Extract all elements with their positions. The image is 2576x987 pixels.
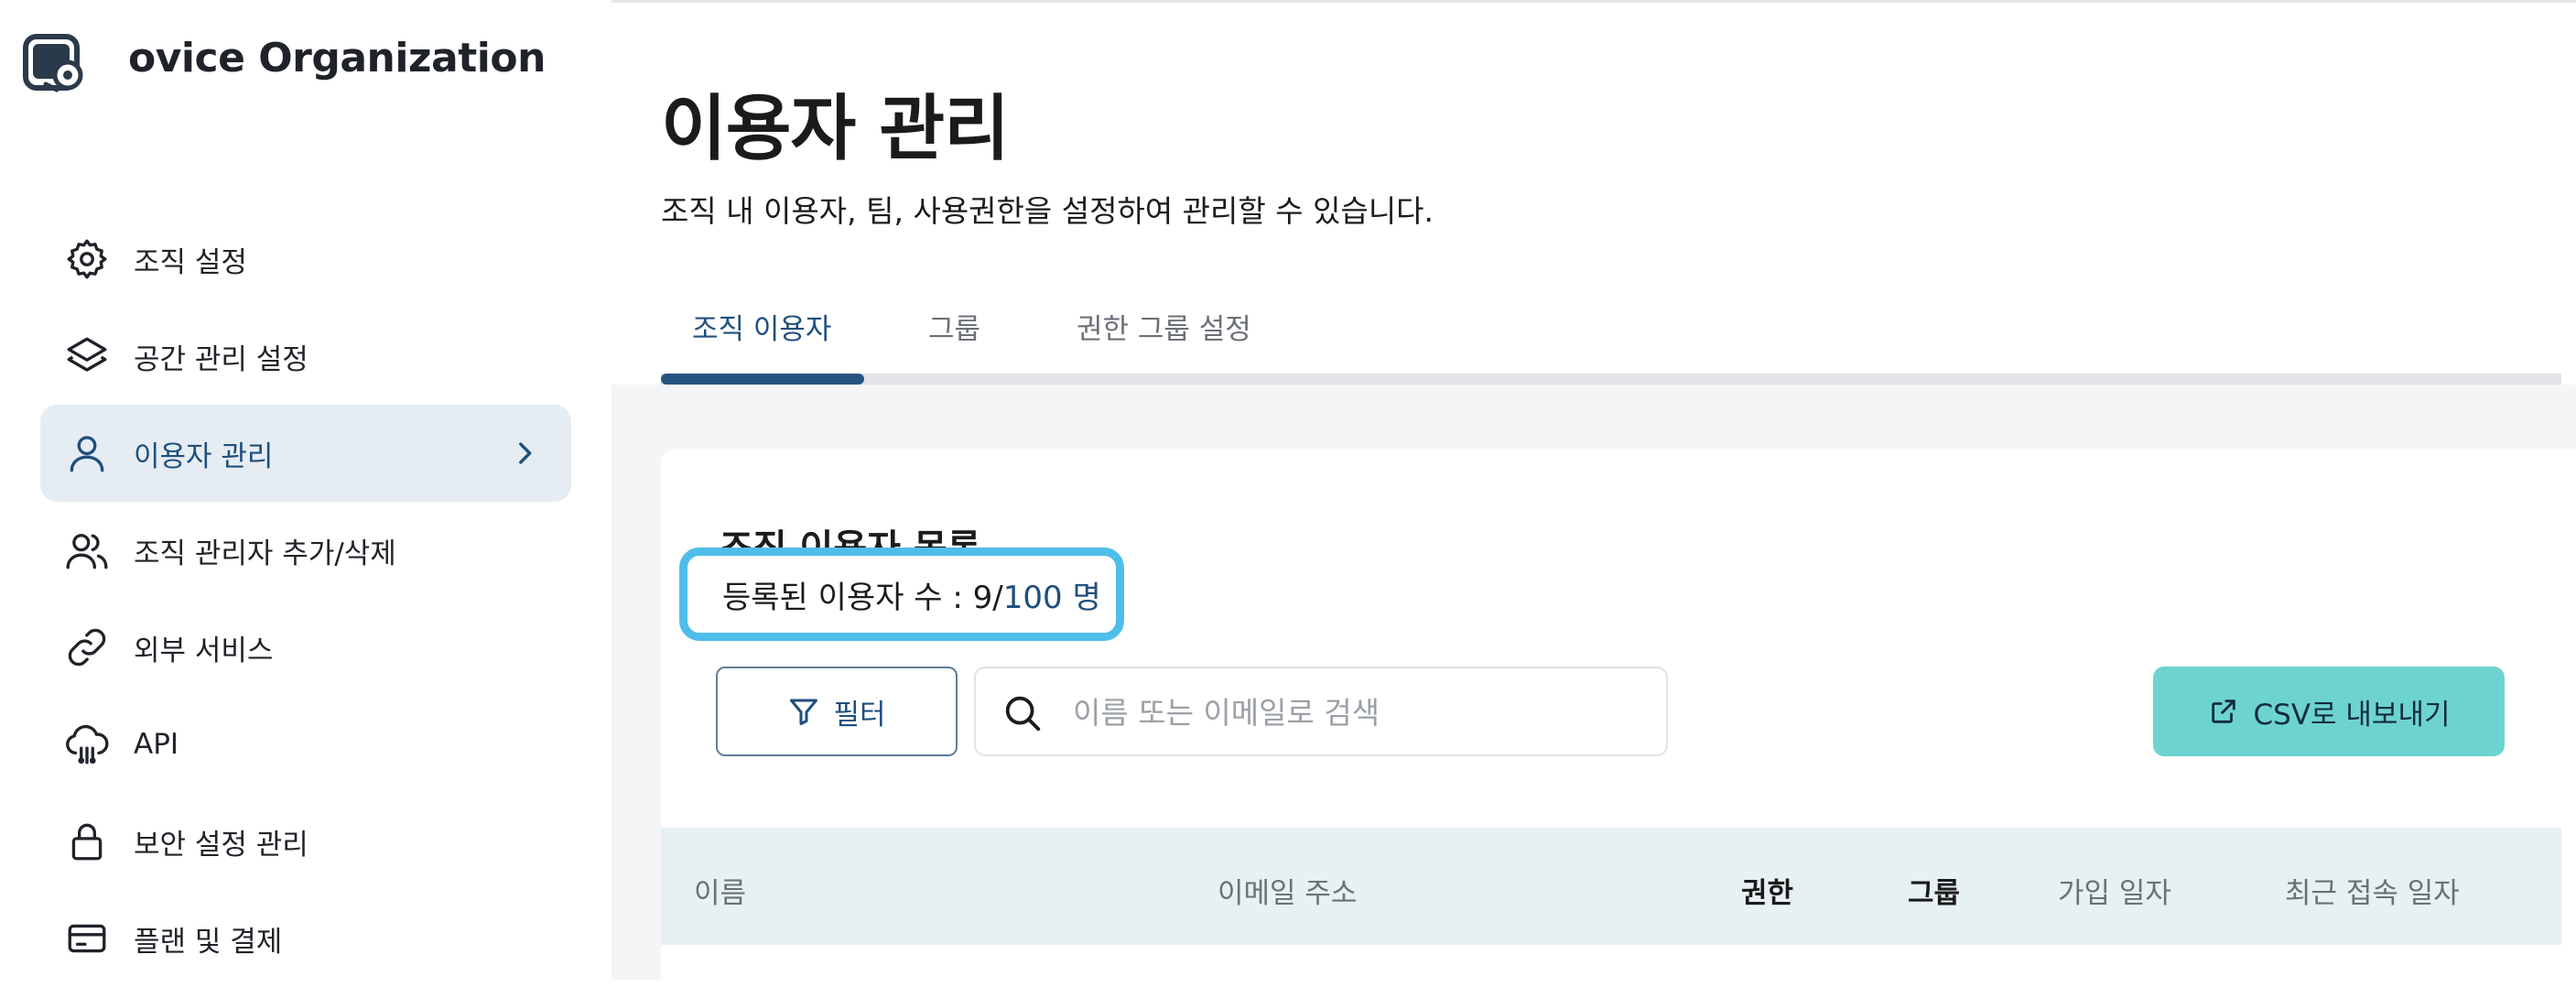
tab-bar: 조직 이용자 그룹 권한 그룹 설정	[661, 293, 2561, 385]
sidebar-item-label: 조직 설정	[134, 245, 247, 279]
user-count-label: 등록된 이용자 수 : 9/	[722, 579, 1003, 616]
sidebar-item-label: API	[134, 728, 179, 761]
table-header: 이름 이메일 주소 권한 그룹 가입 일자 최근 접속 일자	[661, 828, 2561, 945]
sidebar-item-label: 이용자 관리	[134, 439, 274, 473]
filter-button-label: 필터	[833, 698, 886, 732]
sidebar-item-external-services[interactable]: 외부 서비스	[40, 599, 571, 696]
sidebar-item-org-admins[interactable]: 조직 관리자 추가/삭제	[40, 502, 571, 599]
sidebar-item-label: 외부 서비스	[134, 634, 274, 667]
layers-icon	[62, 331, 112, 381]
column-header-name[interactable]: 이름	[694, 870, 746, 911]
gear-icon	[62, 234, 112, 284]
sidebar-item-label: 보안 설정 관리	[134, 828, 308, 862]
sidebar-item-security[interactable]: 보안 설정 관리	[40, 793, 571, 890]
search-icon	[1005, 696, 1041, 732]
column-header-role[interactable]: 권한	[1741, 870, 1793, 911]
user-count-callout: 등록된 이용자 수 : 9/100 명	[679, 548, 1124, 641]
tab-track	[661, 374, 2561, 385]
org-logo-icon[interactable]	[22, 31, 88, 97]
column-header-last-access[interactable]: 최근 접속 일자	[2285, 870, 2460, 911]
search-input[interactable]	[1073, 685, 1640, 740]
csv-export-label: CSV로 내보내기	[2253, 698, 2451, 732]
sidebar-item-user-management[interactable]: 이용자 관리	[40, 405, 571, 502]
filter-button[interactable]: 필터	[716, 667, 958, 756]
column-header-joined-date[interactable]: 가입 일자	[2058, 870, 2171, 911]
sidebar-item-org-settings[interactable]: 조직 설정	[40, 211, 571, 308]
tab-org-users[interactable]: 조직 이용자	[692, 306, 831, 347]
org-name: ovice Organization	[128, 35, 546, 81]
sidebar-item-label: 조직 관리자 추가/삭제	[134, 537, 396, 570]
users-icon	[62, 526, 112, 575]
sidebar: ovice Organization 조직 설정 공간 관리 설정 이용자 관리	[0, 0, 612, 980]
sidebar-item-api[interactable]: API	[40, 696, 571, 793]
chevron-right-icon	[519, 442, 532, 464]
tab-permission-groups[interactable]: 권한 그룹 설정	[1077, 306, 1251, 347]
csv-export-button[interactable]: CSV로 내보내기	[2153, 667, 2505, 756]
page-title: 이용자 관리	[661, 88, 1010, 170]
cloud-icon	[62, 720, 112, 769]
sidebar-item-plan-billing[interactable]: 플랜 및 결제	[40, 890, 571, 987]
column-header-email[interactable]: 이메일 주소	[1218, 870, 1357, 911]
tab-active-indicator	[661, 374, 864, 385]
lock-icon	[62, 817, 112, 866]
external-link-icon	[2211, 700, 2235, 723]
credit-card-icon	[62, 914, 112, 963]
filter-icon	[790, 699, 818, 725]
user-count-limit: 100 명	[1002, 579, 1101, 616]
sidebar-item-label: 플랜 및 결제	[134, 925, 283, 959]
column-header-group[interactable]: 그룹	[1908, 870, 1960, 911]
search-field[interactable]	[974, 667, 1668, 756]
sidebar-item-label: 공간 관리 설정	[134, 342, 308, 376]
link-icon	[62, 623, 112, 672]
tab-groups[interactable]: 그룹	[928, 306, 980, 347]
user-icon	[62, 428, 112, 478]
sidebar-item-space-settings[interactable]: 공간 관리 설정	[40, 308, 571, 405]
page-subtitle: 조직 내 이용자, 팀, 사용권한을 설정하여 관리할 수 있습니다.	[661, 193, 1434, 229]
